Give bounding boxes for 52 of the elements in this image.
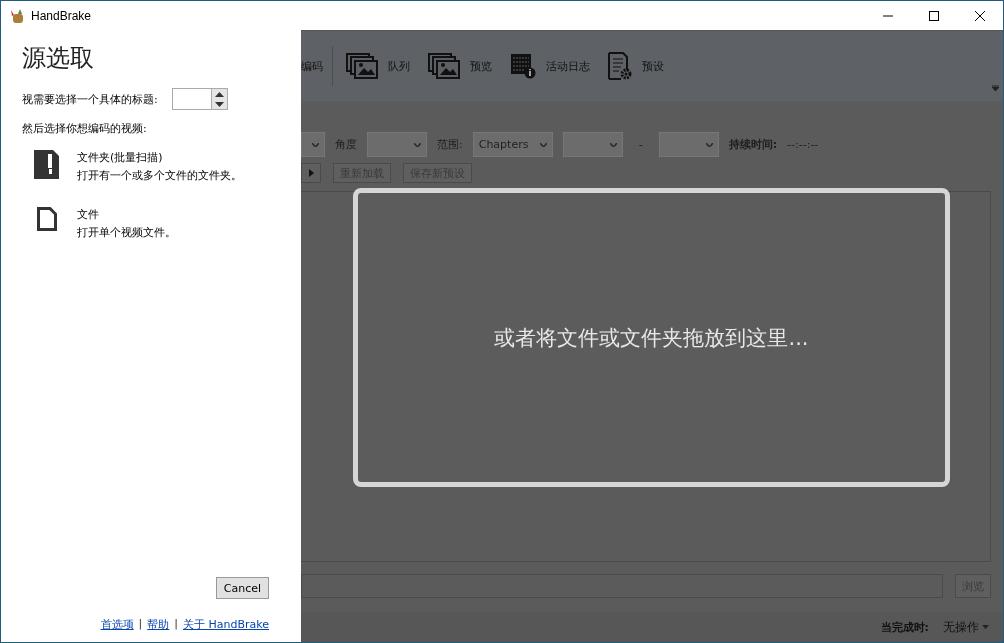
- overflow-arrow-icon[interactable]: [992, 85, 999, 91]
- destination-field[interactable]: [301, 574, 943, 598]
- play-button[interactable]: [301, 163, 321, 183]
- caret-icon: [312, 142, 319, 147]
- images-icon: [346, 53, 378, 79]
- footer-link[interactable]: 首选项: [100, 617, 134, 632]
- cancel-button[interactable]: Cancel: [216, 577, 269, 599]
- option-title: 文件: [77, 207, 100, 222]
- range-label: 范围:: [437, 137, 463, 152]
- option-title: 文件夹(批量扫描): [77, 150, 164, 165]
- play-icon: [308, 169, 314, 177]
- log-info-icon: [510, 53, 536, 79]
- drop-zone-text: 或者将文件或文件夹拖放到这里...: [494, 324, 809, 352]
- app-logo-icon: [9, 7, 25, 24]
- choose-label: 然后选择你想编码的视频:: [22, 121, 148, 136]
- open-file-option[interactable]: 文件 打开单个视频文件。: [22, 207, 271, 240]
- toolbar-button[interactable]: 队列: [337, 46, 419, 86]
- title-label: 视需要选择一个具体的标题:: [22, 91, 158, 107]
- images-icon: [428, 53, 460, 79]
- link-separator: |: [174, 617, 178, 632]
- duration-value: --:--:--: [787, 138, 819, 151]
- toolbar-button[interactable]: 预览: [419, 46, 501, 86]
- folder-icon: [34, 150, 59, 179]
- option-description: 打开有一个或多个文件的文件夹。: [77, 168, 242, 183]
- footer-link[interactable]: 关于 HandBrake: [182, 617, 269, 632]
- link-separator: |: [138, 617, 143, 632]
- caret-icon: [609, 142, 617, 147]
- when-done-label: 当完成时:: [880, 619, 929, 635]
- duration-label: 持续时间:: [728, 137, 778, 152]
- open-folder-option[interactable]: 文件夹(批量扫描) 打开有一个或多个文件的文件夹。: [22, 150, 271, 183]
- option-description: 打开单个视频文件。: [77, 225, 176, 240]
- window-title: HandBrake: [31, 8, 92, 23]
- footer-link[interactable]: 帮助: [147, 617, 170, 632]
- close-icon[interactable]: [975, 10, 985, 21]
- range-dash: -: [638, 138, 643, 151]
- drop-zone[interactable]: 或者将文件或文件夹拖放到这里...: [353, 188, 950, 487]
- dropdown[interactable]: Chapters: [472, 132, 553, 157]
- caret-icon: [414, 142, 421, 147]
- panel-heading: 源选取: [22, 43, 95, 74]
- title-spinner[interactable]: [171, 88, 230, 110]
- document-gear-icon: [608, 52, 632, 80]
- caret-icon: [539, 142, 547, 147]
- angle-label: 角度: [335, 137, 357, 152]
- caret-icon: [705, 142, 713, 147]
- toolbar-button[interactable]: 活动日志: [501, 46, 599, 86]
- caret-icon: [982, 625, 989, 629]
- when-done-dropdown[interactable]: 无操作: [943, 618, 989, 636]
- maximize-icon[interactable]: [929, 10, 939, 21]
- toolbar-button[interactable]: 预设: [599, 46, 673, 86]
- toolbar-button[interactable]: 编码: [301, 46, 332, 86]
- file-icon: [34, 207, 59, 231]
- dropdown[interactable]: [301, 132, 325, 157]
